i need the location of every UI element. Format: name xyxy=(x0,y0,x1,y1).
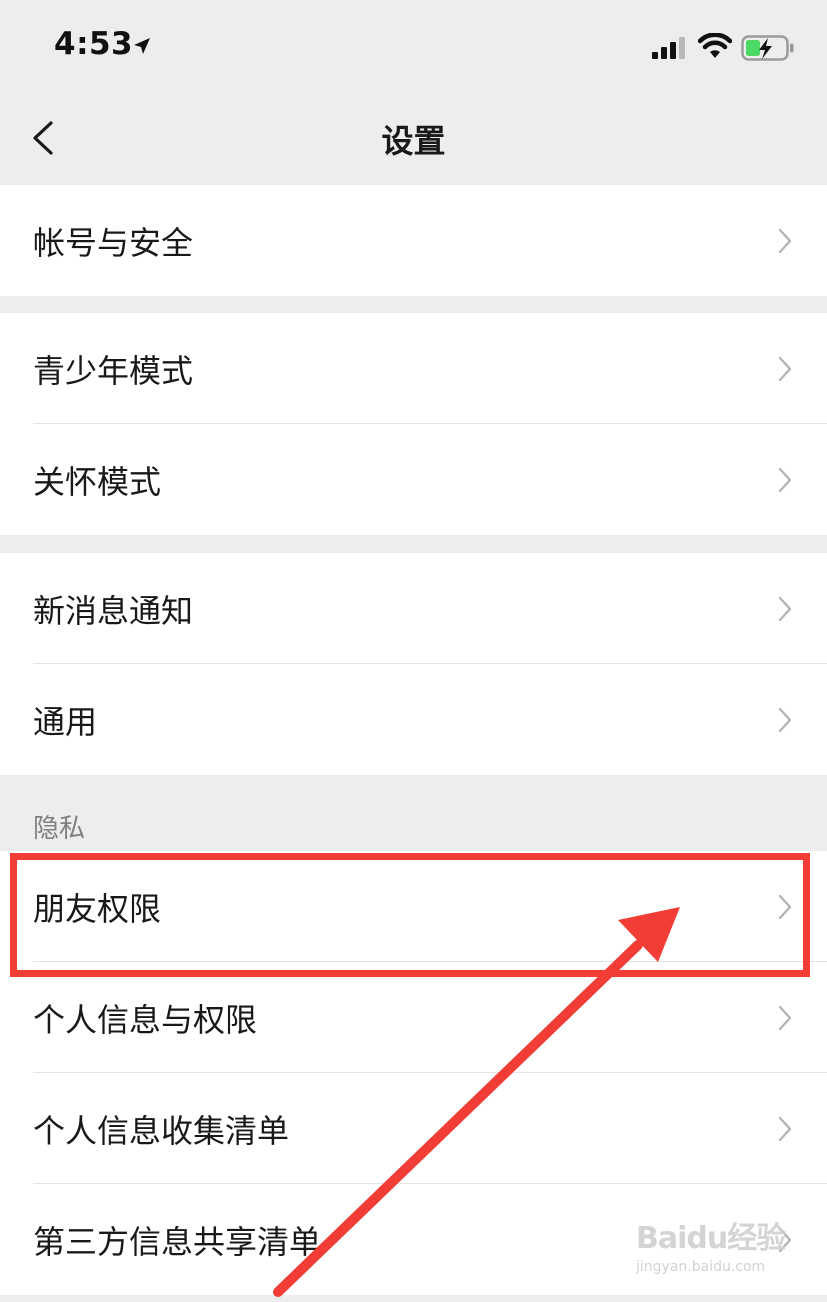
chevron-right-icon xyxy=(778,356,792,381)
settings-item-new-message-notifications[interactable]: 新消息通知 xyxy=(0,553,827,664)
settings-item-personal-info-permissions[interactable]: 个人信息与权限 xyxy=(0,962,827,1073)
settings-item-general[interactable]: 通用 xyxy=(0,664,827,775)
chevron-right-icon xyxy=(778,1116,792,1141)
chevron-right-icon xyxy=(778,894,792,919)
chevron-right-icon xyxy=(778,1005,792,1030)
status-time: 4:53 xyxy=(54,26,134,62)
chevron-right-icon xyxy=(778,596,792,621)
wifi-icon xyxy=(698,33,732,58)
cellular-signal-icon xyxy=(652,37,685,59)
settings-group-privacy: 朋友权限 个人信息与权限 个人信息收集清单 第三方信息共享清单 xyxy=(0,851,827,1295)
settings-item-label: 个人信息与权限 xyxy=(33,1000,258,1039)
settings-item-label: 朋友权限 xyxy=(33,889,162,928)
settings-screen: 4:53 设置 帐号与安全 青少年模式 关怀模式 新消息通知 通用 隐私 朋友权… xyxy=(0,0,827,1302)
settings-item-label: 新消息通知 xyxy=(33,591,194,630)
chevron-right-icon xyxy=(778,467,792,492)
settings-item-label: 青少年模式 xyxy=(33,351,194,390)
settings-item-label: 第三方信息共享清单 xyxy=(33,1222,322,1261)
settings-item-label: 通用 xyxy=(33,702,98,741)
page-title: 设置 xyxy=(381,122,446,160)
settings-item-account-security[interactable]: 帐号与安全 xyxy=(0,185,827,296)
location-arrow-icon xyxy=(134,38,150,54)
section-header-privacy: 隐私 xyxy=(33,814,86,844)
settings-item-personal-info-collection-list[interactable]: 个人信息收集清单 xyxy=(0,1073,827,1184)
settings-group-general: 新消息通知 通用 xyxy=(0,553,827,775)
settings-group-modes: 青少年模式 关怀模式 xyxy=(0,313,827,535)
settings-item-teen-mode[interactable]: 青少年模式 xyxy=(0,313,827,424)
chevron-right-icon xyxy=(778,228,792,253)
chevron-right-icon xyxy=(778,1227,792,1252)
settings-item-label: 帐号与安全 xyxy=(33,223,194,262)
settings-group-account: 帐号与安全 xyxy=(0,185,827,296)
chevron-right-icon xyxy=(778,707,792,732)
settings-item-label: 关怀模式 xyxy=(33,462,162,501)
settings-item-label: 个人信息收集清单 xyxy=(33,1111,290,1150)
navigation-bar: 设置 xyxy=(0,92,827,184)
settings-item-care-mode[interactable]: 关怀模式 xyxy=(0,424,827,535)
settings-item-friend-permissions[interactable]: 朋友权限 xyxy=(0,851,827,962)
settings-item-third-party-sharing-list[interactable]: 第三方信息共享清单 xyxy=(0,1184,827,1295)
battery-charging-icon xyxy=(741,35,794,61)
status-bar: 4:53 xyxy=(0,0,827,92)
